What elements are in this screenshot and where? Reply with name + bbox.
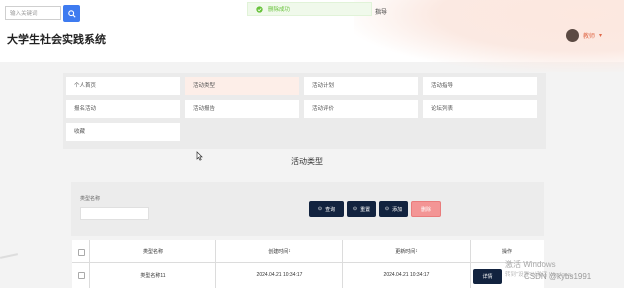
menu-item-personal-home[interactable]: 个人首页 (66, 77, 180, 95)
menu-item-activity-guidance[interactable]: 活动指导 (423, 77, 537, 95)
reset-button-label: 重置 (360, 206, 371, 213)
menu-item-register-activity[interactable]: 报名活动 (66, 100, 180, 118)
menu-item-activity-report[interactable]: 活动报告 (185, 100, 299, 118)
search-button[interactable] (63, 5, 80, 22)
menu-item-activity-evaluation[interactable]: 活动评价 (304, 100, 418, 118)
detail-button[interactable]: 详情 (473, 269, 502, 284)
delete-button[interactable]: 删除 (411, 201, 441, 217)
add-button[interactable]: ⊙ 添加 (379, 201, 408, 217)
csdn-watermark: CSDN @kybs1991 (524, 272, 592, 281)
query-button[interactable]: ⊙ 查询 (309, 201, 344, 217)
search-icon (67, 9, 76, 18)
delete-button-label: 删除 (420, 206, 431, 213)
windows-activation-watermark: 激活 Windows (505, 260, 556, 269)
menu-item-activity-type[interactable]: 活动类型 (185, 77, 299, 95)
add-icon: ⊙ (384, 206, 390, 212)
updated-time-header-text: 更新时间 (395, 248, 416, 255)
chevron-down-icon[interactable]: ▾ (599, 32, 602, 39)
actions-header-text: 操作 (501, 248, 512, 255)
user-name[interactable]: 教师 (583, 31, 595, 40)
toast-message: 删除成功 (268, 7, 291, 13)
sort-icon[interactable]: ↕ (415, 248, 418, 254)
success-toast: 删除成功 (247, 2, 372, 16)
user-menu[interactable]: 教师 ▾ (566, 29, 602, 42)
type-name-input[interactable] (80, 207, 149, 220)
sort-icon[interactable]: ↕ (288, 248, 291, 254)
search-input[interactable]: 输入关键词 (5, 6, 61, 20)
row-checkbox[interactable] (78, 272, 85, 279)
select-all-checkbox[interactable] (78, 249, 85, 256)
table-cell-type-name: 类型名称11 (140, 272, 166, 279)
type-name-header-text: 类型名称 (142, 248, 163, 255)
table-header-divider (72, 262, 544, 263)
reset-button[interactable]: ⊙ 重置 (347, 201, 376, 217)
query-button-label: 查询 (325, 206, 336, 213)
query-search-icon: ⊙ (317, 206, 323, 212)
avatar[interactable] (566, 29, 579, 42)
filter-type-name-label: 类型名称 (80, 196, 101, 202)
table-cell-updated-time: 2024.04.21 10:34:17 (383, 272, 430, 278)
table-header-actions: 操作 (470, 244, 544, 258)
detail-button-label: 详情 (482, 274, 493, 280)
success-check-icon (256, 5, 263, 13)
table-header-type-name[interactable]: 类型名称 (90, 244, 216, 258)
menu-item-forum-list[interactable]: 论坛列表 (423, 100, 537, 118)
section-title: 活动类型 (291, 157, 323, 166)
table-header-created-time[interactable]: 创建时间 ↕ (216, 244, 343, 258)
table-header-updated-time[interactable]: 更新时间 ↕ (343, 244, 470, 258)
add-button-label: 添加 (392, 206, 403, 213)
site-title: 大学生社会实践系统 (7, 34, 106, 46)
reset-icon: ⊙ (352, 206, 358, 212)
menu-item-favorites[interactable]: 收藏 (66, 123, 180, 141)
table-cell-created-time: 2024.04.21 10:34:17 (256, 272, 303, 278)
nav-text-fragment[interactable]: 指导 (375, 7, 387, 16)
menu-item-activity-plan[interactable]: 活动计划 (304, 77, 418, 95)
created-time-header-text: 创建时间 (268, 248, 289, 255)
